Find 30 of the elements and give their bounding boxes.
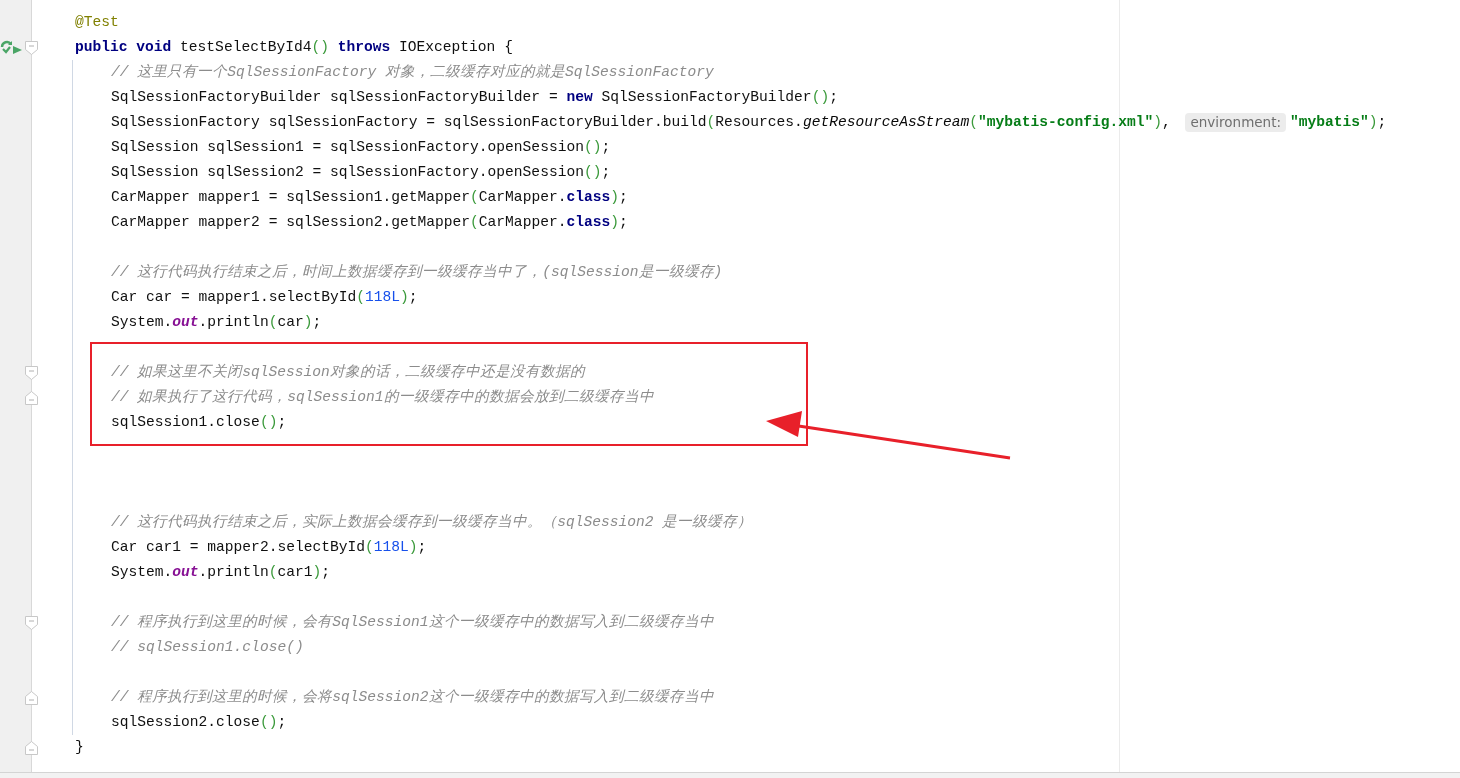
code-line: public void testSelectById4() throws IOException {: [74, 38, 513, 57]
code-line: System.out.println(car);: [110, 313, 322, 332]
code-line: SqlSession sqlSession2 = sqlSessionFactory.openSession();: [110, 163, 611, 182]
code-line: SqlSession sqlSession1 = sqlSessionFactory.openSession();: [110, 138, 611, 157]
code-line: Car car1 = mapper2.selectById(118L);: [110, 538, 427, 557]
code-line: SqlSessionFactory sqlSessionFactory = sqlSessionFactoryBuilder.build(Resources.getResourceAsStream("mybatis-config.xml"), environment: "mybatis");: [110, 112, 1387, 134]
fold-marker-icon[interactable]: [25, 391, 38, 405]
code-line: // 这行代码执行结束之后，实际上数据会缓存到一级缓存当中。（sqlSession2 是一级缓存）: [110, 513, 753, 532]
fold-marker-icon[interactable]: [25, 366, 38, 380]
code-line: @Test: [74, 13, 119, 32]
code-line: sqlSession2.close();: [110, 713, 287, 732]
fold-marker-icon[interactable]: [25, 741, 38, 755]
fold-marker-icon[interactable]: [25, 691, 38, 705]
code-line: CarMapper mapper1 = sqlSession1.getMapper(CarMapper.class);: [110, 188, 628, 207]
code-line: // sqlSession1.close(): [110, 638, 304, 657]
code-line: // 如果这里不关闭sqlSession对象的话，二级缓存中还是没有数据的: [110, 363, 585, 382]
code-line: // 这行代码执行结束之后，时间上数据缓存到一级缓存当中了，(sqlSession是一级缓存): [110, 263, 723, 282]
code-line: // 程序执行到这里的时候，会将sqlSession2这个一级缓存中的数据写入到二级缓存当中: [110, 688, 714, 707]
code-line: // 如果执行了这行代码，sqlSession1的一级缓存中的数据会放到二级缓存当中: [110, 388, 654, 407]
code-line: CarMapper mapper2 = sqlSession2.getMapper(CarMapper.class);: [110, 213, 628, 232]
fold-marker-icon[interactable]: [25, 616, 38, 630]
fold-marker-icon[interactable]: [25, 41, 38, 55]
code-line: // 程序执行到这里的时候，会有SqlSession1这个一级缓存中的数据写入到二级缓存当中: [110, 613, 714, 632]
code-line: // 这里只有一个SqlSessionFactory 对象，二级缓存对应的就是SqlSessionFactory: [110, 63, 714, 82]
code-line: System.out.println(car1);: [110, 563, 330, 582]
code-line: Car car = mapper1.selectById(118L);: [110, 288, 418, 307]
code-line: }: [74, 738, 84, 757]
code-line: sqlSession1.close();: [110, 413, 287, 432]
code-line: SqlSessionFactoryBuilder sqlSessionFactoryBuilder = new SqlSessionFactoryBuilder();: [110, 88, 838, 107]
run-icon[interactable]: [0, 39, 24, 55]
